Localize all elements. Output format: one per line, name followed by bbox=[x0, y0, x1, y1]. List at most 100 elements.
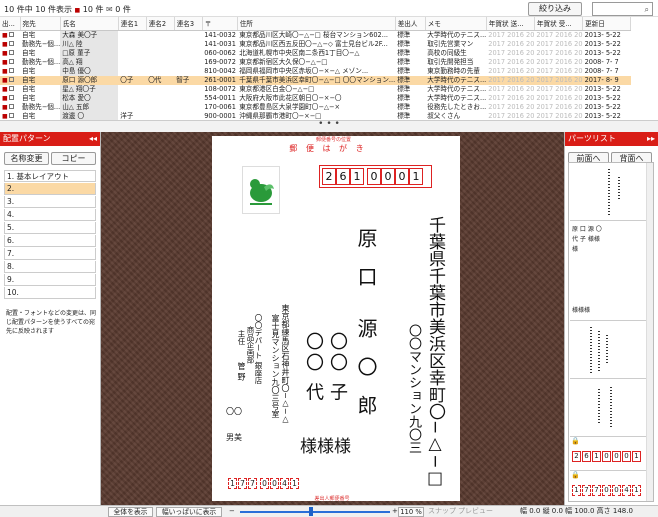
stamp-area[interactable] bbox=[242, 166, 280, 214]
print-flag-cell[interactable]: ■ bbox=[0, 30, 20, 40]
table-row[interactable]: ■ 勤務先−個... 川△ 陸 141-0031 東京都品川区西五反田〇−△−◇ 富士見… bbox=[0, 39, 631, 49]
zoom-in-button[interactable]: + bbox=[392, 506, 398, 517]
table-row[interactable]: ■ 自宅 星△ 翔〇子 108-0072 東京都港区白金〇−△−□ 標準 大学時代のテニス.… bbox=[0, 84, 631, 94]
search-input[interactable]: ⌕ bbox=[592, 2, 653, 16]
column-header[interactable]: 連名3 bbox=[174, 17, 203, 31]
row-checkbox[interactable] bbox=[8, 50, 14, 55]
layout-pattern-item[interactable]: 7. bbox=[4, 248, 96, 260]
print-flag-cell[interactable]: ■ bbox=[0, 112, 20, 121]
table-row[interactable]: ■ 自宅 松本 愛〇 554-0011 大阪府大阪市此花区朝日〇−×−〇 標準 大学時代のテ… bbox=[0, 93, 631, 103]
zoom-level[interactable]: 110 % bbox=[398, 507, 424, 517]
row-checkbox[interactable] bbox=[8, 77, 14, 82]
zoom-slider[interactable] bbox=[240, 511, 390, 513]
recipient-joint-name2[interactable]: 〇〇 代 bbox=[300, 332, 326, 404]
cell-zip: 261-0001 bbox=[202, 75, 238, 85]
splitter-handle[interactable]: • • • bbox=[0, 120, 658, 132]
column-header[interactable]: 更新日 bbox=[582, 17, 632, 31]
layout-pattern-item[interactable]: 6. bbox=[4, 235, 96, 247]
part-thumb-sender2[interactable] bbox=[570, 379, 653, 437]
print-flag-cell[interactable]: ■ bbox=[0, 58, 20, 67]
cell-addr: 東京都品川区大崎〇−△−□ 桜台マンション602... bbox=[239, 31, 389, 39]
row-checkbox[interactable] bbox=[8, 95, 14, 100]
postcard[interactable]: 郵便番号の位置 郵 便 は が き 2610001 千葉県千葉市美浜区幸町〇−△… bbox=[212, 136, 460, 502]
fit-width-button[interactable]: 幅いっぱいに表示 bbox=[156, 507, 222, 517]
sender-title[interactable]: 主任 bbox=[236, 330, 247, 345]
layout-pattern-item[interactable]: 10. bbox=[4, 287, 96, 299]
parts-list[interactable]: 原 口 源 〇 代 子 様様様 様様様 🔒 2610001 🔒 1770041 bbox=[568, 162, 654, 502]
column-header[interactable]: 住所 bbox=[237, 17, 396, 31]
layout-pattern-item[interactable]: 3. bbox=[4, 196, 96, 208]
row-checkbox[interactable] bbox=[8, 104, 14, 109]
layout-pattern-item[interactable]: 4. bbox=[4, 209, 96, 221]
sender-first-name[interactable]: 男美 bbox=[226, 432, 242, 443]
column-header[interactable]: 〒 bbox=[202, 17, 238, 31]
print-flag-cell[interactable]: ■ bbox=[0, 85, 20, 94]
column-header[interactable]: 年賀状 受... bbox=[534, 17, 584, 31]
zoom-slider-thumb[interactable] bbox=[309, 507, 313, 516]
print-flag-cell[interactable]: ■ bbox=[0, 94, 20, 103]
snap-toggle[interactable]: スナップ bbox=[428, 506, 456, 517]
column-header[interactable]: 年賀状 送... bbox=[486, 17, 535, 31]
part-thumb-names[interactable]: 原 口 源 〇 代 子 様様様 様様様 bbox=[570, 221, 653, 321]
recipient-given-name[interactable]: 源 〇 郎 bbox=[352, 318, 381, 421]
table-row[interactable]: ■ 自宅 大森 美〇子 141-0032 東京都品川区大崎〇−△−□ 桜台マンション60… bbox=[0, 30, 631, 40]
rename-button[interactable]: 名称変更 bbox=[4, 152, 49, 165]
row-checkbox[interactable] bbox=[8, 68, 14, 73]
recipient-family-name[interactable]: 原 口 bbox=[352, 228, 381, 292]
column-header[interactable]: 氏名 bbox=[60, 17, 119, 31]
recipient-address-line2[interactable]: 〇〇マンション九〇三 bbox=[405, 324, 421, 454]
print-flag-cell[interactable]: ■ bbox=[0, 40, 20, 49]
column-header[interactable]: メモ bbox=[425, 17, 487, 31]
cell-dest: 勤務先−個... bbox=[22, 40, 61, 48]
table-row[interactable]: ■ 自宅 □原 菫子 060-0062 北海道札幌市中央区南二条西1丁目〇−△ 標準 高校の… bbox=[0, 48, 631, 58]
sender-name[interactable]: 管 野 bbox=[236, 362, 247, 381]
table-row[interactable]: ■ 勤務先−個... 山△ 五郎 170-0061 東京都豊島区大泉学園町〇−△−× 標準… bbox=[0, 102, 631, 112]
row-checkbox[interactable] bbox=[8, 32, 14, 37]
table-row[interactable]: ■ 自宅 中島 優〇 810-0042 福岡県福岡市中央区赤坂〇−×−△ メゾン... 標… bbox=[0, 66, 631, 76]
column-header[interactable]: 差出人 bbox=[395, 17, 426, 31]
sender-address-line1[interactable]: 東京都練馬区石神井町〇−△−△ bbox=[280, 304, 291, 423]
part-thumb-zip[interactable]: 🔒 2610001 bbox=[570, 437, 653, 471]
collapse-left-icon[interactable]: ◂◂ bbox=[89, 132, 97, 146]
table-row[interactable]: ■ 勤務先−個... 高△ 翔 169-0072 東京都新宿区大久保〇−△−□ 標準 取引先… bbox=[0, 57, 631, 67]
table-row[interactable]: ■ 自宅 渡邊 〇洋子 900-0001 沖縄県那覇市港町〇−×−□ 標準 叔父くさん 201… bbox=[0, 111, 631, 121]
layout-pattern-item[interactable]: 9. bbox=[4, 274, 96, 286]
row-checkbox[interactable] bbox=[8, 113, 14, 118]
print-flag-cell[interactable]: ■ bbox=[0, 75, 20, 85]
preview-zip-digit: 1 bbox=[572, 485, 581, 496]
cell-sent: 2017 2016 20 bbox=[488, 67, 535, 75]
honorifics[interactable]: 様様様 bbox=[300, 432, 351, 457]
show-all-button[interactable]: 全体を表示 bbox=[108, 507, 153, 517]
layout-pattern-item[interactable]: 8. bbox=[4, 261, 96, 273]
part-thumb-address[interactable] bbox=[570, 163, 653, 221]
cell-addr: 沖縄県那覇市港町〇−×−□ bbox=[239, 112, 322, 120]
layout-pattern-item[interactable]: 2. bbox=[4, 183, 96, 195]
layout-pattern-item[interactable]: 5. bbox=[4, 222, 96, 234]
preview-zip-digit: 1 bbox=[592, 451, 601, 462]
column-header[interactable]: 宛先 bbox=[20, 17, 61, 31]
layout-pattern-item[interactable]: 1. 基本レイアウト bbox=[4, 170, 96, 182]
column-header[interactable]: 連名2 bbox=[146, 17, 175, 31]
row-checkbox[interactable] bbox=[8, 86, 14, 91]
column-header[interactable]: 出... bbox=[0, 17, 21, 31]
table-row[interactable]: ■ 自宅 原口 源〇郎 〇子 〇代 智子 261-0001 千葉県千葉市美浜区幸町〇−△−□ … bbox=[0, 75, 631, 85]
cell-zip: 169-0072 bbox=[204, 58, 236, 66]
sender-address-line2[interactable]: 富士見マンション九〇三号室 bbox=[270, 314, 281, 418]
zoom-out-button[interactable]: − bbox=[229, 506, 235, 517]
row-checkbox[interactable] bbox=[8, 41, 14, 46]
filter-button[interactable]: 絞り込み bbox=[528, 2, 582, 16]
copy-button[interactable]: コピー bbox=[51, 152, 96, 165]
sender-extra[interactable]: 〇〇 bbox=[226, 406, 242, 417]
collapse-right-icon[interactable]: ▸▸ bbox=[647, 132, 655, 146]
parts-scrollbar[interactable] bbox=[646, 163, 653, 501]
row-checkbox[interactable] bbox=[8, 59, 14, 64]
column-header[interactable]: 連名1 bbox=[118, 17, 147, 31]
print-flag-cell[interactable]: ■ bbox=[0, 103, 20, 112]
recipient-address-line1[interactable]: 千葉県千葉市美浜区幸町〇−△−□ bbox=[425, 216, 445, 489]
print-flag-cell[interactable]: ■ bbox=[0, 49, 20, 58]
part-thumb-sender-zip[interactable]: 🔒 1770041 bbox=[570, 471, 653, 501]
recipient-joint-name1[interactable]: 〇〇 子 bbox=[324, 332, 350, 404]
part-thumb-sender[interactable] bbox=[570, 321, 653, 379]
preview-toggle[interactable]: プレビュー bbox=[458, 506, 493, 517]
print-flag-cell[interactable]: ■ bbox=[0, 67, 20, 76]
